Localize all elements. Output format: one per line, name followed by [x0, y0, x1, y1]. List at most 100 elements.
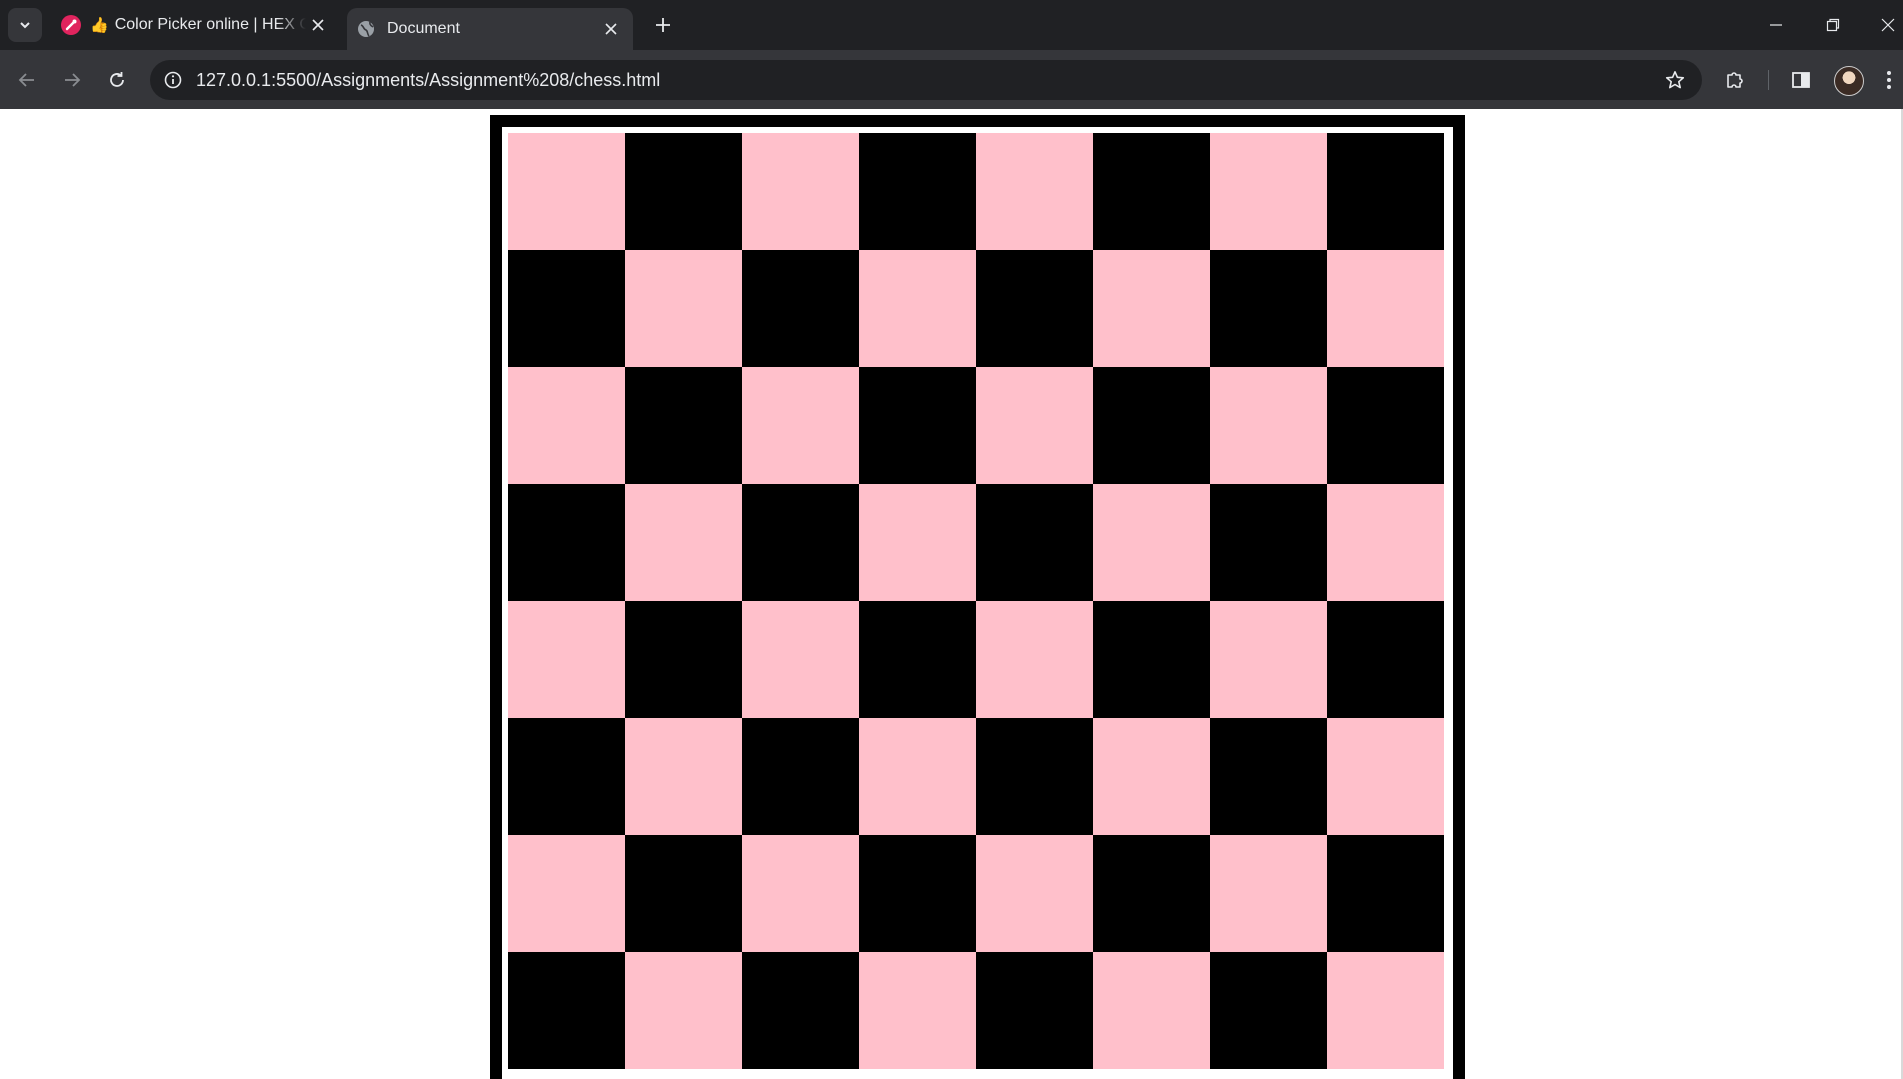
browser-window: 👍 Color Picker online | HEX Color Picker… — [0, 0, 1903, 1079]
star-icon[interactable] — [1662, 67, 1688, 93]
chessboard-border — [502, 127, 1453, 1079]
dark-square — [1210, 952, 1327, 1069]
tab-search-button[interactable] — [8, 8, 42, 42]
light-square — [859, 952, 976, 1069]
reload-button[interactable] — [99, 62, 135, 98]
dark-square — [742, 718, 859, 835]
restore-icon — [1826, 18, 1840, 32]
light-square — [625, 250, 742, 367]
dark-square — [859, 835, 976, 952]
dark-square — [1327, 835, 1444, 952]
chessboard — [508, 133, 1447, 1069]
tab-close-button[interactable] — [306, 13, 330, 37]
minimize-icon — [1769, 18, 1783, 32]
tab-color-picker[interactable]: 👍 Color Picker online | HEX Color Picker… — [52, 7, 340, 43]
url-text[interactable]: 127.0.0.1:5500/Assignments/Assignment%20… — [196, 70, 660, 91]
tab-title: Color Picker online | HEX Color Picker |… — [114, 16, 306, 33]
light-square — [1327, 718, 1444, 835]
light-square — [508, 601, 625, 718]
menu-button[interactable] — [1874, 62, 1903, 98]
dark-square — [1093, 367, 1210, 484]
dark-square — [1327, 367, 1444, 484]
plus-icon — [655, 17, 671, 33]
light-square — [1210, 133, 1327, 250]
light-square — [742, 367, 859, 484]
dark-square — [508, 718, 625, 835]
dark-square — [508, 952, 625, 1069]
light-square — [508, 367, 625, 484]
info-icon[interactable] — [160, 67, 186, 93]
light-square — [976, 601, 1093, 718]
light-square — [508, 835, 625, 952]
dark-square — [625, 367, 742, 484]
light-square — [1327, 250, 1444, 367]
forward-arrow-icon — [63, 71, 81, 89]
close-icon — [1881, 18, 1895, 32]
toolbar-divider — [1768, 70, 1769, 90]
light-square — [1093, 250, 1210, 367]
new-tab-button[interactable] — [648, 10, 678, 40]
light-square — [859, 718, 976, 835]
light-square — [625, 484, 742, 601]
dark-square — [625, 601, 742, 718]
dark-square — [1210, 484, 1327, 601]
light-square — [1093, 484, 1210, 601]
back-arrow-icon — [18, 71, 36, 89]
avatar[interactable] — [1834, 66, 1864, 96]
light-square — [859, 250, 976, 367]
dark-square — [976, 718, 1093, 835]
light-square — [625, 718, 742, 835]
dark-square — [859, 601, 976, 718]
side-panel-button[interactable] — [1783, 62, 1819, 98]
dark-square — [976, 250, 1093, 367]
light-square — [742, 835, 859, 952]
light-square — [1210, 367, 1327, 484]
puzzle-icon — [1725, 70, 1745, 90]
dark-square — [742, 250, 859, 367]
light-square — [1210, 835, 1327, 952]
dark-square — [1093, 835, 1210, 952]
close-window-button[interactable] — [1872, 8, 1903, 42]
light-square — [508, 133, 625, 250]
light-square — [742, 133, 859, 250]
chevron-down-icon — [18, 18, 32, 32]
dark-square — [508, 250, 625, 367]
minimize-button[interactable] — [1758, 8, 1794, 42]
page-viewport — [0, 109, 1903, 1079]
light-square — [976, 367, 1093, 484]
dark-square — [508, 484, 625, 601]
dark-square — [976, 484, 1093, 601]
light-square — [742, 601, 859, 718]
dark-square — [742, 484, 859, 601]
tab-document[interactable]: Document — [347, 8, 633, 50]
reload-icon — [108, 71, 126, 89]
dark-square — [625, 835, 742, 952]
color-picker-favicon — [60, 14, 82, 36]
dark-square — [1210, 250, 1327, 367]
dark-square — [742, 952, 859, 1069]
forward-button[interactable] — [54, 62, 90, 98]
tab-strip: 👍 Color Picker online | HEX Color Picker… — [0, 0, 1903, 50]
dark-square — [1093, 133, 1210, 250]
light-square — [1093, 952, 1210, 1069]
tab-close-button[interactable] — [599, 17, 623, 41]
tab-title: Document — [387, 20, 460, 37]
light-square — [1327, 952, 1444, 1069]
dark-square — [859, 367, 976, 484]
light-square — [976, 835, 1093, 952]
back-button[interactable] — [9, 62, 45, 98]
dark-square — [1327, 601, 1444, 718]
restore-button[interactable] — [1815, 8, 1851, 42]
light-square — [1327, 484, 1444, 601]
light-square — [1210, 601, 1327, 718]
kebab-menu-icon — [1886, 70, 1892, 90]
light-square — [625, 952, 742, 1069]
tab-emoji: 👍 — [90, 17, 109, 34]
globe-icon — [355, 18, 377, 40]
dark-square — [1210, 718, 1327, 835]
light-square — [976, 133, 1093, 250]
dark-square — [859, 133, 976, 250]
extensions-button[interactable] — [1717, 62, 1753, 98]
dark-square — [1093, 601, 1210, 718]
address-bar[interactable]: 127.0.0.1:5500/Assignments/Assignment%20… — [150, 60, 1702, 100]
